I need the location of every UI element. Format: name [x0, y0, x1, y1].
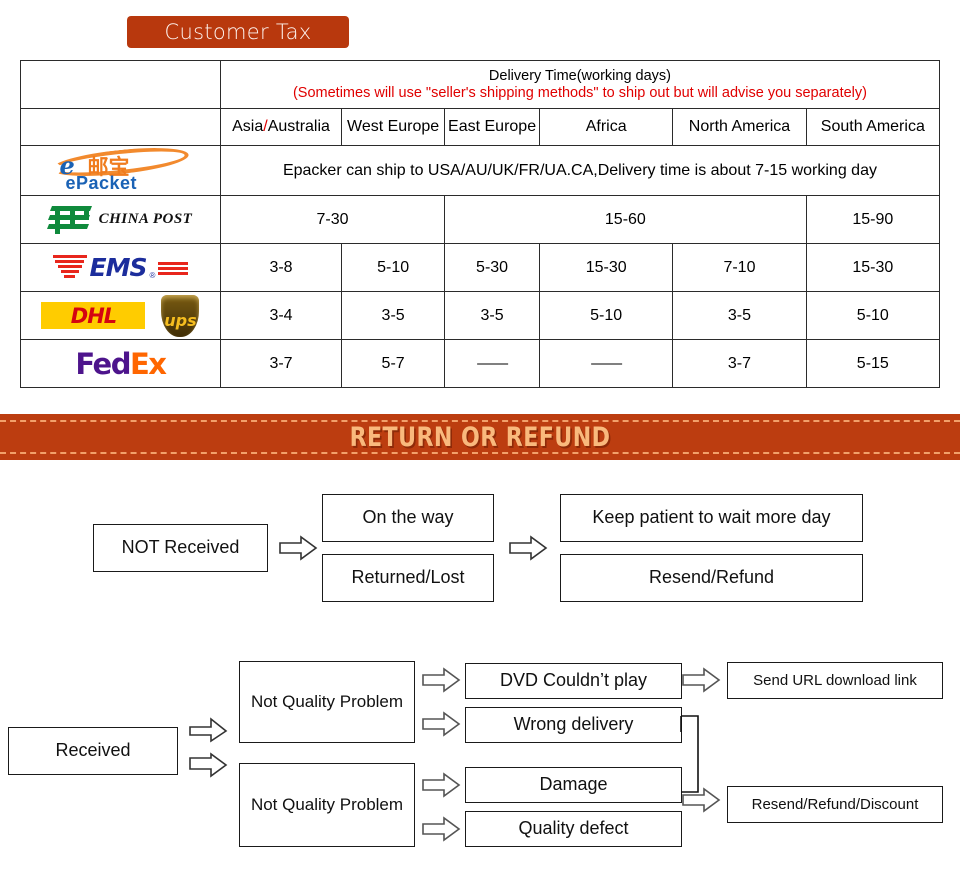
header-empty-corner	[20, 60, 221, 109]
epacket-logo: e 邮宝 ePacket	[45, 142, 195, 193]
table-row: EMS ® 3-8 5-10 5-30 15-30 7-10 15-30	[20, 243, 941, 292]
fedex-wordmark-ex: Ex	[129, 346, 167, 381]
ems-bars-icon	[158, 259, 189, 277]
ems-value-east-europe: 5-30	[444, 243, 541, 292]
flow-box-not-received: NOT Received	[93, 524, 268, 572]
ems-value-africa: 15-30	[539, 243, 674, 292]
column-header-south-america: South America	[805, 108, 941, 146]
column-header-africa: Africa	[539, 108, 674, 146]
flow-box-send-url-download-link: Send URL download link	[727, 662, 943, 699]
fedex-wordmark-fed: Fed	[75, 346, 131, 381]
arrow-received-to-category-2	[188, 752, 228, 780]
flow-box-resend-refund-discount: Resend/Refund/Discount	[727, 786, 943, 823]
ems-value-west-europe: 5-10	[341, 243, 446, 292]
dhl-value-africa: 5-10	[539, 291, 674, 340]
ems-value-north-america: 7-10	[672, 243, 807, 292]
china-post-value-asia-westeurope: 7-30	[219, 195, 446, 244]
customer-tax-badge: Customer Tax	[127, 16, 349, 48]
carrier-cell-epacket: e 邮宝 ePacket	[20, 142, 221, 196]
arrow-category2-to-damage	[421, 771, 461, 799]
asia-label: Asia	[232, 118, 264, 135]
flow-box-on-the-way: On the way	[322, 494, 494, 542]
china-post-mark-icon	[46, 203, 95, 237]
ups-shield-icon: ups	[161, 294, 200, 337]
header-delivery-time-note: (Sometimes will use "seller's shipping m…	[292, 84, 867, 101]
carrier-cell-dhl-ups: DHL ups	[20, 291, 221, 340]
arrow-dvd-to-send-url	[681, 666, 721, 694]
flow-box-resend-refund: Resend/Refund	[560, 554, 863, 602]
column-header-asia-australia: Asia/Australia	[219, 108, 343, 146]
epacket-wordmark: ePacket	[65, 172, 138, 193]
table-header-row-regions: Asia/Australia West Europe East Europe A…	[20, 108, 941, 146]
table-header-row-main: Delivery Time(working days) (Sometimes w…	[20, 60, 941, 109]
ems-registered-icon: ®	[149, 270, 156, 280]
arrow-category2-to-quality-defect	[421, 815, 461, 843]
column-header-east-europe: East Europe	[444, 108, 541, 146]
fedex-value-asia-australia: 3-7	[219, 339, 343, 388]
ems-value-asia-australia: 3-8	[219, 243, 343, 292]
china-post-value-easteurope-northamerica: 15-60	[444, 195, 807, 244]
ems-logo: EMS ®	[21, 253, 220, 283]
flow-box-quality-defect: Quality defect	[465, 811, 682, 847]
table-row: DHL ups 3-4 3-5 3-5 5-10 3-5 5-10	[20, 291, 941, 340]
china-post-logo: CHINA POST	[21, 203, 220, 237]
fedex-value-east-europe: ——	[444, 339, 541, 388]
dhl-value-north-america: 3-5	[672, 291, 807, 340]
china-post-value-southamerica: 15-90	[805, 195, 941, 244]
banner-title: RETURN OR REFUND	[349, 421, 611, 453]
carrier-cell-china-post: CHINA POST	[20, 195, 221, 244]
arrow-states-to-actions	[508, 534, 548, 562]
arrow-category1-to-dvd	[421, 666, 461, 694]
australia-label: Australia	[267, 118, 330, 135]
flow-box-dvd-couldnt-play: DVD Couldn’t play	[465, 663, 682, 699]
china-post-wordmark: CHINA POST	[98, 211, 193, 227]
fedex-value-west-europe: 5-7	[341, 339, 446, 388]
carrier-cell-ems: EMS ®	[20, 243, 221, 292]
arrow-not-received-to-states	[278, 534, 318, 562]
fedex-value-south-america: 5-15	[805, 339, 941, 388]
header-delivery-time-main: Delivery Time(working days)	[488, 67, 672, 84]
header-empty-corner-2	[20, 108, 221, 146]
ems-wordmark: EMS	[89, 253, 148, 282]
flow-box-not-quality-problem-2: Not Quality Problem	[239, 763, 415, 847]
dhl-ups-logo: DHL ups	[21, 294, 220, 337]
arrow-category1-to-wrong-delivery	[421, 710, 461, 738]
customer-tax-label: Customer Tax	[164, 20, 312, 44]
fedex-value-north-america: 3-7	[672, 339, 807, 388]
flow-box-wrong-delivery: Wrong delivery	[465, 707, 682, 743]
flow-box-keep-patient: Keep patient to wait more day	[560, 494, 863, 542]
table-row: CHINA POST 7-30 15-60 15-90	[20, 195, 941, 244]
fedex-logo: FedEx	[21, 347, 220, 381]
dhl-value-asia-australia: 3-4	[219, 291, 343, 340]
table-row: e 邮宝 ePacket Epacker can ship to USA/AU/…	[20, 142, 941, 196]
column-header-north-america: North America	[672, 108, 807, 146]
arrow-issues-to-resend-refund-discount	[681, 786, 721, 814]
carrier-cell-fedex: FedEx	[20, 339, 221, 388]
column-header-west-europe: West Europe	[341, 108, 446, 146]
ems-triangle-icon	[52, 253, 87, 283]
ups-wordmark: ups	[164, 310, 197, 330]
flow-box-returned-lost: Returned/Lost	[322, 554, 494, 602]
ems-value-south-america: 15-30	[805, 243, 941, 292]
table-row: FedEx 3-7 5-7 —— —— 3-7 5-15	[20, 339, 941, 388]
dhl-value-south-america: 5-10	[805, 291, 941, 340]
arrow-received-to-category-1	[188, 715, 228, 743]
fedex-value-africa: ——	[539, 339, 674, 388]
header-delivery-time: Delivery Time(working days) (Sometimes w…	[219, 60, 941, 109]
epacket-shipping-note: Epacker can ship to USA/AU/UK/FR/UA.CA,D…	[219, 145, 941, 196]
flow-box-not-quality-problem-1: Not Quality Problem	[239, 661, 415, 743]
dhl-value-east-europe: 3-5	[444, 291, 541, 340]
dhl-value-west-europe: 3-5	[341, 291, 446, 340]
flow-box-damage: Damage	[465, 767, 682, 803]
dhl-logo: DHL	[41, 302, 146, 329]
flow-box-received: Received	[8, 727, 178, 775]
dhl-wordmark: DHL	[70, 303, 117, 328]
connector-wrong-delivery-to-resend	[680, 714, 706, 794]
shipping-delivery-time-table: Delivery Time(working days) (Sometimes w…	[20, 60, 941, 388]
return-or-refund-banner: RETURN OR REFUND	[0, 414, 960, 460]
